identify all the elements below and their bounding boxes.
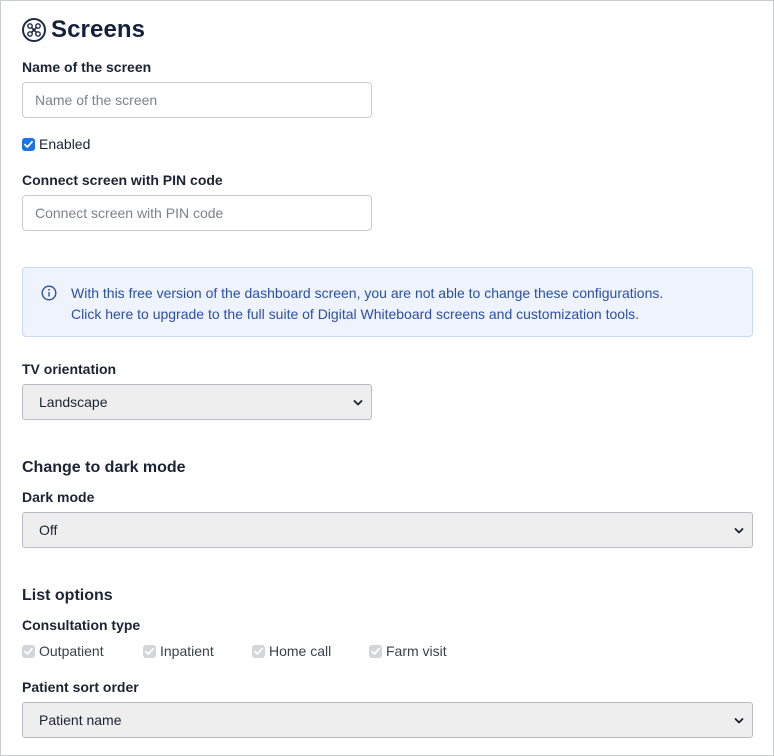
pin-code-input[interactable] (22, 195, 372, 231)
page-header: Screens (22, 16, 145, 44)
outpatient-checkbox[interactable] (22, 644, 35, 658)
tv-orientation-value: Landscape (39, 394, 108, 410)
patient-sort-order-label: Patient sort order (22, 679, 139, 695)
page-title: Screens (51, 16, 146, 43)
farm-visit-label: Farm visit (386, 643, 447, 659)
farm-visit-checkbox[interactable] (369, 644, 382, 658)
info-line-1: With this free version of the dashboard … (71, 285, 664, 301)
drone-icon (22, 18, 46, 42)
home-call-label: Home call (269, 643, 332, 659)
upgrade-info-banner[interactable]: With this free version of the dashboard … (22, 267, 753, 337)
info-icon (41, 285, 57, 306)
consultation-farm-visit[interactable]: Farm visit (369, 643, 447, 659)
dark-mode-heading: Change to dark mode (22, 459, 186, 476)
home-call-checkbox[interactable] (252, 644, 265, 658)
enabled-checkbox-row[interactable]: Enabled (22, 136, 90, 152)
consultation-type-label: Consultation type (22, 617, 141, 633)
consultation-inpatient[interactable]: Inpatient (143, 643, 214, 659)
consultation-outpatient[interactable]: Outpatient (22, 643, 104, 659)
tv-orientation-select[interactable]: Landscape (22, 384, 372, 420)
name-field-label: Name of the screen (22, 59, 152, 75)
chevron-down-icon (734, 712, 744, 728)
screen-name-input[interactable] (22, 82, 372, 118)
patient-sort-order-value: Patient name (39, 712, 122, 728)
info-line-2-upgrade-link[interactable]: Click here to upgrade to the full suite … (71, 304, 663, 325)
inpatient-checkbox[interactable] (143, 644, 156, 658)
tv-orientation-label: TV orientation (22, 361, 117, 377)
outpatient-label: Outpatient (39, 643, 104, 659)
list-options-heading: List options (22, 587, 113, 604)
consultation-home-call[interactable]: Home call (252, 643, 331, 659)
chevron-down-icon (353, 394, 363, 410)
enabled-label: Enabled (39, 136, 91, 152)
info-text: With this free version of the dashboard … (71, 283, 663, 325)
chevron-down-icon (734, 522, 744, 538)
dark-mode-label: Dark mode (22, 489, 95, 505)
patient-sort-order-select[interactable]: Patient name (22, 702, 753, 738)
dark-mode-select[interactable]: Off (22, 512, 753, 548)
dark-mode-value: Off (39, 522, 58, 538)
enabled-checkbox[interactable] (22, 137, 35, 151)
pin-field-label: Connect screen with PIN code (22, 172, 223, 188)
inpatient-label: Inpatient (160, 643, 214, 659)
